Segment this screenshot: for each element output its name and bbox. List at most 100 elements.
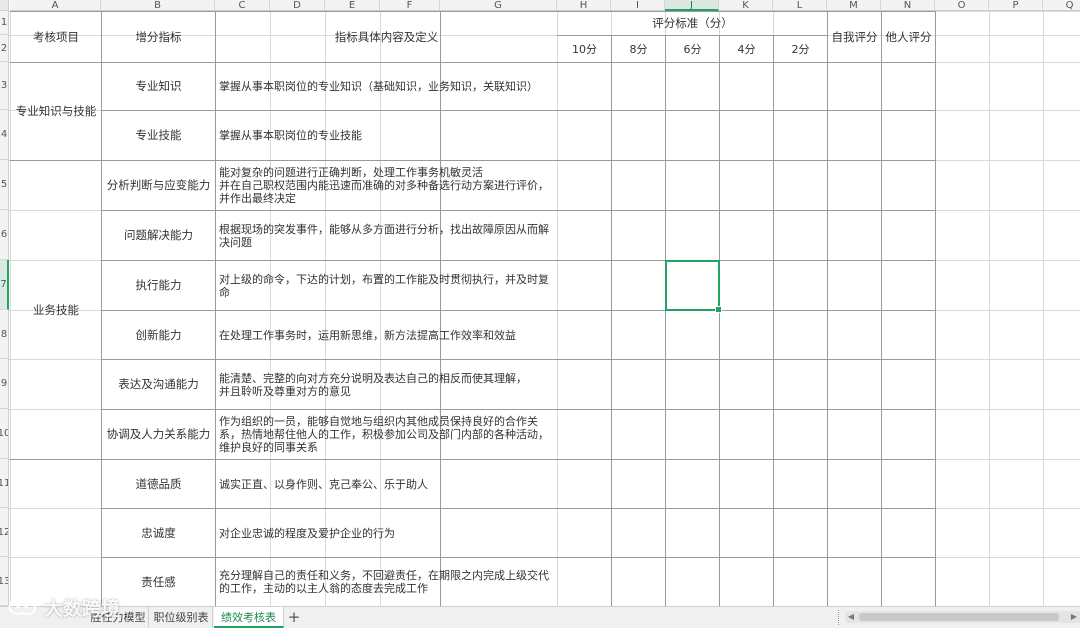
column-header-j[interactable]: J xyxy=(665,0,719,11)
group-cell[interactable]: 专业知识与技能 xyxy=(11,63,101,160)
row-header-10[interactable]: 10 xyxy=(0,409,9,459)
score-input-cell[interactable] xyxy=(720,410,773,459)
column-header-c[interactable]: C xyxy=(215,0,270,11)
score-input-cell[interactable] xyxy=(720,360,773,409)
score-input-cell[interactable] xyxy=(720,161,773,210)
row-header-4[interactable]: 4 xyxy=(0,110,9,160)
indicator-cell[interactable]: 专业技能 xyxy=(102,111,215,160)
score-input-cell[interactable] xyxy=(612,261,665,310)
score-input-cell[interactable] xyxy=(612,161,665,210)
header-score-level[interactable]: 10分 xyxy=(558,36,611,62)
sheet-tab-position-levels[interactable]: 职位级别表 xyxy=(150,607,213,628)
score-input-cell[interactable] xyxy=(558,410,611,459)
score-input-cell[interactable] xyxy=(612,111,665,160)
definition-cell[interactable]: 在处理工作事务时，运用新思维，新方法提高工作效率和效益 xyxy=(216,311,557,359)
score-input-cell[interactable] xyxy=(882,211,935,260)
score-input-cell[interactable] xyxy=(612,558,665,606)
indicator-cell[interactable]: 问题解决能力 xyxy=(102,211,215,260)
score-input-cell[interactable] xyxy=(774,360,827,409)
score-input-cell[interactable] xyxy=(720,63,773,110)
score-input-cell[interactable] xyxy=(612,360,665,409)
score-input-cell[interactable] xyxy=(828,63,881,110)
definition-cell[interactable]: 对上级的命令，下达的计划，布置的工作能及时贯彻执行，并及时复命 xyxy=(216,261,557,310)
header-score-level[interactable]: 4分 xyxy=(720,36,773,62)
score-input-cell[interactable] xyxy=(558,311,611,359)
score-input-cell[interactable] xyxy=(558,460,611,508)
column-header-g[interactable]: G xyxy=(440,0,557,11)
indicator-cell[interactable]: 分析判断与应变能力 xyxy=(102,161,215,210)
score-input-cell[interactable] xyxy=(666,558,719,606)
score-input-cell[interactable] xyxy=(882,558,935,606)
score-input-cell[interactable] xyxy=(828,509,881,557)
indicator-cell[interactable]: 忠诚度 xyxy=(102,509,215,557)
score-input-cell[interactable] xyxy=(558,509,611,557)
score-input-cell[interactable] xyxy=(882,360,935,409)
row-header-3[interactable]: 3 xyxy=(0,62,9,110)
score-input-cell[interactable] xyxy=(558,211,611,260)
sheet-tab-performance-review[interactable]: 绩效考核表 xyxy=(214,607,284,628)
score-input-cell[interactable] xyxy=(558,63,611,110)
score-input-cell[interactable] xyxy=(720,261,773,310)
header-score-level[interactable]: 6分 xyxy=(666,36,719,62)
score-input-cell[interactable] xyxy=(612,311,665,359)
score-input-cell[interactable] xyxy=(828,460,881,508)
group-cell[interactable]: 业务技能 xyxy=(11,161,101,459)
header-self-score[interactable]: 自我评分 xyxy=(828,12,881,62)
definition-cell[interactable]: 掌握从事本职岗位的专业知识（基础知识，业务知识，关联知识） xyxy=(216,63,557,110)
score-input-cell[interactable] xyxy=(720,509,773,557)
horizontal-scrollbar[interactable]: ◀ ▶ xyxy=(845,611,1080,623)
score-input-cell[interactable] xyxy=(666,111,719,160)
definition-cell[interactable]: 能对复杂的问题进行正确判断，处理工作事务机敏灵活 并在自己职权范围内能迅速而准确… xyxy=(216,161,557,210)
row-header-12[interactable]: 12 xyxy=(0,508,9,557)
score-input-cell[interactable] xyxy=(558,558,611,606)
column-header-h[interactable]: H xyxy=(557,0,611,11)
column-header-p[interactable]: P xyxy=(989,0,1043,11)
score-input-cell[interactable] xyxy=(774,161,827,210)
definition-cell[interactable]: 对企业忠诚的程度及爱护企业的行为 xyxy=(216,509,557,557)
score-input-cell[interactable] xyxy=(882,410,935,459)
column-header-n[interactable]: N xyxy=(881,0,935,11)
score-input-cell[interactable] xyxy=(666,460,719,508)
score-input-cell[interactable] xyxy=(828,161,881,210)
score-input-cell[interactable] xyxy=(882,311,935,359)
row-header-1[interactable]: 1 xyxy=(0,11,9,35)
column-header-d[interactable]: D xyxy=(270,0,325,11)
score-input-cell[interactable] xyxy=(882,261,935,310)
score-input-cell[interactable] xyxy=(828,311,881,359)
indicator-cell[interactable]: 创新能力 xyxy=(102,311,215,359)
score-input-cell[interactable] xyxy=(774,261,827,310)
row-header-2[interactable]: 2 xyxy=(0,35,9,62)
score-input-cell[interactable] xyxy=(612,460,665,508)
column-header-o[interactable]: O xyxy=(935,0,989,11)
definition-cell[interactable]: 根据现场的突发事件，能够从多方面进行分析，找出故障原因从而解决问题 xyxy=(216,211,557,260)
score-input-cell[interactable] xyxy=(774,410,827,459)
score-input-cell[interactable] xyxy=(720,558,773,606)
score-input-cell[interactable] xyxy=(828,261,881,310)
definition-cell[interactable]: 能清楚、完整的向对方充分说明及表达自己的相反而使其理解， 并且聆听及尊重对方的意… xyxy=(216,360,557,409)
row-header-5[interactable]: 5 xyxy=(0,160,9,210)
score-input-cell[interactable] xyxy=(720,311,773,359)
definition-cell[interactable]: 充分理解自己的责任和义务，不回避责任，在期限之内完成上级交代的工作，主动的以主人… xyxy=(216,558,557,606)
scrollbar-thumb[interactable] xyxy=(859,613,1059,621)
score-input-cell[interactable] xyxy=(774,211,827,260)
scroll-left-icon[interactable]: ◀ xyxy=(845,611,857,623)
header-score-level[interactable]: 8分 xyxy=(612,36,665,62)
score-input-cell[interactable] xyxy=(666,410,719,459)
score-input-cell[interactable] xyxy=(666,509,719,557)
indicator-cell[interactable]: 协调及人力关系能力 xyxy=(102,410,215,459)
add-sheet-button[interactable]: + xyxy=(286,607,302,628)
column-header-a[interactable]: A xyxy=(10,0,101,11)
score-input-cell[interactable] xyxy=(774,111,827,160)
score-input-cell[interactable] xyxy=(774,63,827,110)
score-input-cell[interactable] xyxy=(828,111,881,160)
column-header-l[interactable]: L xyxy=(773,0,827,11)
score-input-cell[interactable] xyxy=(612,211,665,260)
score-input-cell[interactable] xyxy=(774,311,827,359)
score-input-cell[interactable] xyxy=(558,161,611,210)
score-input-cell[interactable] xyxy=(612,63,665,110)
definition-cell[interactable]: 掌握从事本职岗位的专业技能 xyxy=(216,111,557,160)
row-header-9[interactable]: 9 xyxy=(0,359,9,409)
score-input-cell[interactable] xyxy=(612,509,665,557)
header-scoring[interactable]: 评分标准（分） xyxy=(558,12,827,35)
select-all-corner[interactable] xyxy=(0,0,9,11)
